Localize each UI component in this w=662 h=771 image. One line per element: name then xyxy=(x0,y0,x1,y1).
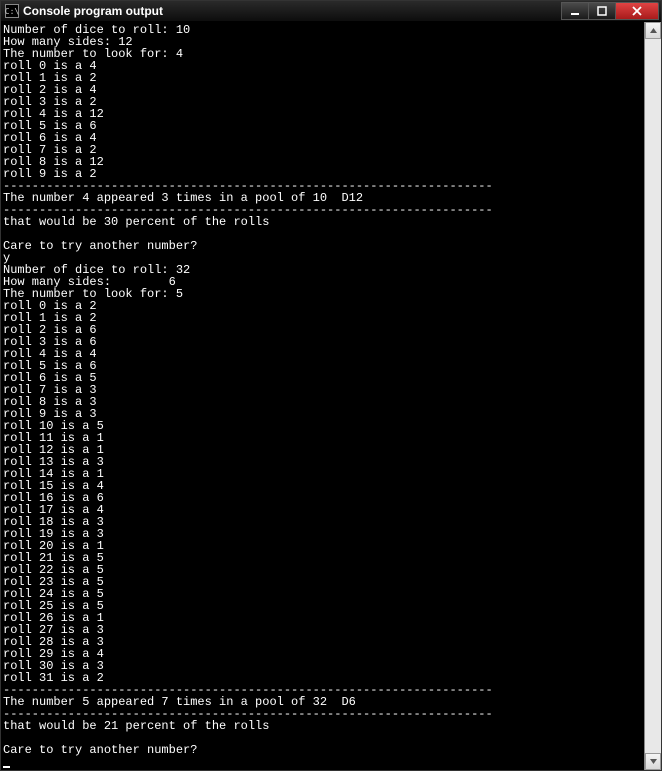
close-button[interactable] xyxy=(615,2,659,20)
app-icon: C:\ xyxy=(5,4,19,18)
scrollbar-track[interactable] xyxy=(645,39,661,753)
client-area: Number of dice to roll: 10 How many side… xyxy=(1,22,661,770)
chevron-up-icon xyxy=(649,26,658,35)
minimize-icon xyxy=(570,6,580,16)
window-title: Console program output xyxy=(23,4,562,18)
scroll-down-button[interactable] xyxy=(645,753,661,770)
scroll-up-button[interactable] xyxy=(645,22,661,39)
vertical-scrollbar[interactable] xyxy=(644,22,661,770)
maximize-button[interactable] xyxy=(588,2,616,20)
chevron-down-icon xyxy=(649,757,658,766)
console-window: C:\ Console program output Number of dic… xyxy=(0,0,662,771)
minimize-button[interactable] xyxy=(561,2,589,20)
titlebar[interactable]: C:\ Console program output xyxy=(1,1,661,22)
maximize-icon xyxy=(597,6,607,16)
console-output: Number of dice to roll: 10 How many side… xyxy=(1,22,644,770)
text-cursor xyxy=(3,766,10,768)
window-controls xyxy=(562,2,659,20)
close-icon xyxy=(632,6,642,16)
